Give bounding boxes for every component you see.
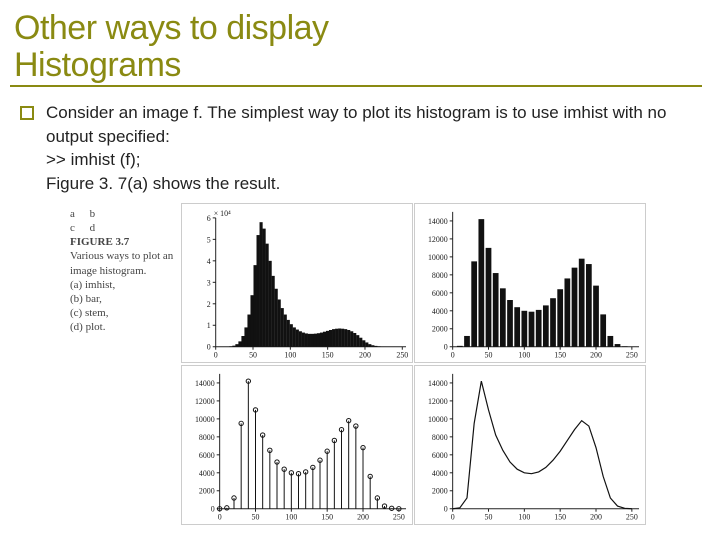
caption-item-c: (c) stem, bbox=[70, 306, 178, 320]
svg-text:14000: 14000 bbox=[195, 379, 215, 388]
title-underline bbox=[10, 85, 702, 87]
svg-text:100: 100 bbox=[284, 351, 296, 360]
result-line: Figure 3. 7(a) shows the result. bbox=[46, 174, 280, 193]
svg-text:150: 150 bbox=[321, 513, 333, 522]
caption-item-b: (b) bar, bbox=[70, 292, 178, 306]
caption-item-a: (a) imhist, bbox=[70, 278, 178, 292]
svg-text:2000: 2000 bbox=[432, 325, 448, 334]
svg-text:8000: 8000 bbox=[432, 271, 448, 280]
svg-text:5: 5 bbox=[207, 236, 211, 245]
svg-text:10000: 10000 bbox=[428, 253, 448, 262]
svg-text:0: 0 bbox=[451, 351, 455, 360]
svg-text:6000: 6000 bbox=[199, 451, 215, 460]
svg-text:200: 200 bbox=[590, 513, 602, 522]
svg-text:250: 250 bbox=[393, 513, 405, 522]
svg-text:10000: 10000 bbox=[195, 415, 215, 424]
svg-text:3: 3 bbox=[207, 279, 211, 288]
svg-text:14000: 14000 bbox=[428, 217, 448, 226]
svg-text:2000: 2000 bbox=[199, 487, 215, 496]
svg-text:0: 0 bbox=[451, 513, 455, 522]
svg-text:12000: 12000 bbox=[428, 235, 448, 244]
figure-number: FIGURE 3.7 bbox=[70, 236, 129, 248]
svg-text:12000: 12000 bbox=[195, 397, 215, 406]
title-line-1: Other ways to display bbox=[14, 9, 329, 47]
svg-text:4000: 4000 bbox=[432, 469, 448, 478]
svg-text:2: 2 bbox=[207, 300, 211, 309]
svg-text:50: 50 bbox=[485, 351, 493, 360]
svg-text:6000: 6000 bbox=[432, 451, 448, 460]
figure-desc: Various ways to plot an image histogram. bbox=[70, 249, 178, 277]
svg-text:200: 200 bbox=[359, 351, 371, 360]
svg-text:0: 0 bbox=[444, 343, 448, 352]
svg-text:× 10⁴: × 10⁴ bbox=[214, 209, 231, 218]
svg-text:6: 6 bbox=[207, 214, 211, 223]
svg-text:1: 1 bbox=[207, 321, 211, 330]
svg-text:100: 100 bbox=[285, 513, 297, 522]
svg-text:50: 50 bbox=[249, 351, 257, 360]
svg-text:250: 250 bbox=[396, 351, 408, 360]
chart-d-plot: 0 50 100 150 200 250 0 2000 4000 6000 8000 10000 120… bbox=[414, 365, 646, 525]
svg-text:250: 250 bbox=[626, 513, 638, 522]
svg-text:4000: 4000 bbox=[199, 469, 215, 478]
svg-text:150: 150 bbox=[322, 351, 334, 360]
svg-text:150: 150 bbox=[554, 513, 566, 522]
chart-b-bar: 0 50 100 150 200 250 0 2000 4000 6000 8000 10000 120… bbox=[414, 203, 646, 363]
svg-text:4000: 4000 bbox=[432, 307, 448, 316]
svg-text:14000: 14000 bbox=[428, 379, 448, 388]
svg-text:2000: 2000 bbox=[432, 487, 448, 496]
svg-text:0: 0 bbox=[444, 505, 448, 514]
figure-3-7: a bc d FIGURE 3.7 Various ways to plot a… bbox=[70, 203, 646, 525]
svg-text:100: 100 bbox=[518, 513, 530, 522]
svg-text:12000: 12000 bbox=[428, 397, 448, 406]
bullet-text-block: Consider an image f. The simplest way to… bbox=[46, 101, 686, 195]
panel-letters: a bc d bbox=[70, 207, 178, 235]
svg-text:0: 0 bbox=[214, 351, 218, 360]
svg-text:6000: 6000 bbox=[432, 289, 448, 298]
svg-text:0: 0 bbox=[207, 343, 211, 352]
svg-text:250: 250 bbox=[626, 351, 638, 360]
figure-caption: a bc d FIGURE 3.7 Various ways to plot a… bbox=[70, 203, 180, 363]
svg-text:8000: 8000 bbox=[432, 433, 448, 442]
caption-item-d: (d) plot. bbox=[70, 320, 178, 334]
svg-text:50: 50 bbox=[485, 513, 493, 522]
svg-text:0: 0 bbox=[211, 505, 215, 514]
svg-text:200: 200 bbox=[357, 513, 369, 522]
svg-text:0: 0 bbox=[218, 513, 222, 522]
svg-text:150: 150 bbox=[554, 351, 566, 360]
bullet-marker bbox=[20, 106, 34, 120]
svg-text:8000: 8000 bbox=[199, 433, 215, 442]
svg-text:4: 4 bbox=[207, 257, 211, 266]
svg-text:10000: 10000 bbox=[428, 415, 448, 424]
title-line-2: Histograms bbox=[14, 46, 181, 84]
bullet-sentence: Consider an image f. The simplest way to… bbox=[46, 103, 666, 145]
svg-text:50: 50 bbox=[252, 513, 260, 522]
slide-title: Other ways to display Histograms bbox=[14, 10, 702, 83]
chart-a-imhist: 0 50 100 150 200 250 0 1 2 3 4 5 6× 10⁴ bbox=[181, 203, 413, 363]
svg-text:200: 200 bbox=[590, 351, 602, 360]
chart-c-stem: 0 50 100 150 200 250 0 2000 4000 6000 8000 10000 120… bbox=[181, 365, 413, 525]
svg-text:100: 100 bbox=[518, 351, 530, 360]
code-line: >> imhist (f); bbox=[46, 150, 140, 169]
